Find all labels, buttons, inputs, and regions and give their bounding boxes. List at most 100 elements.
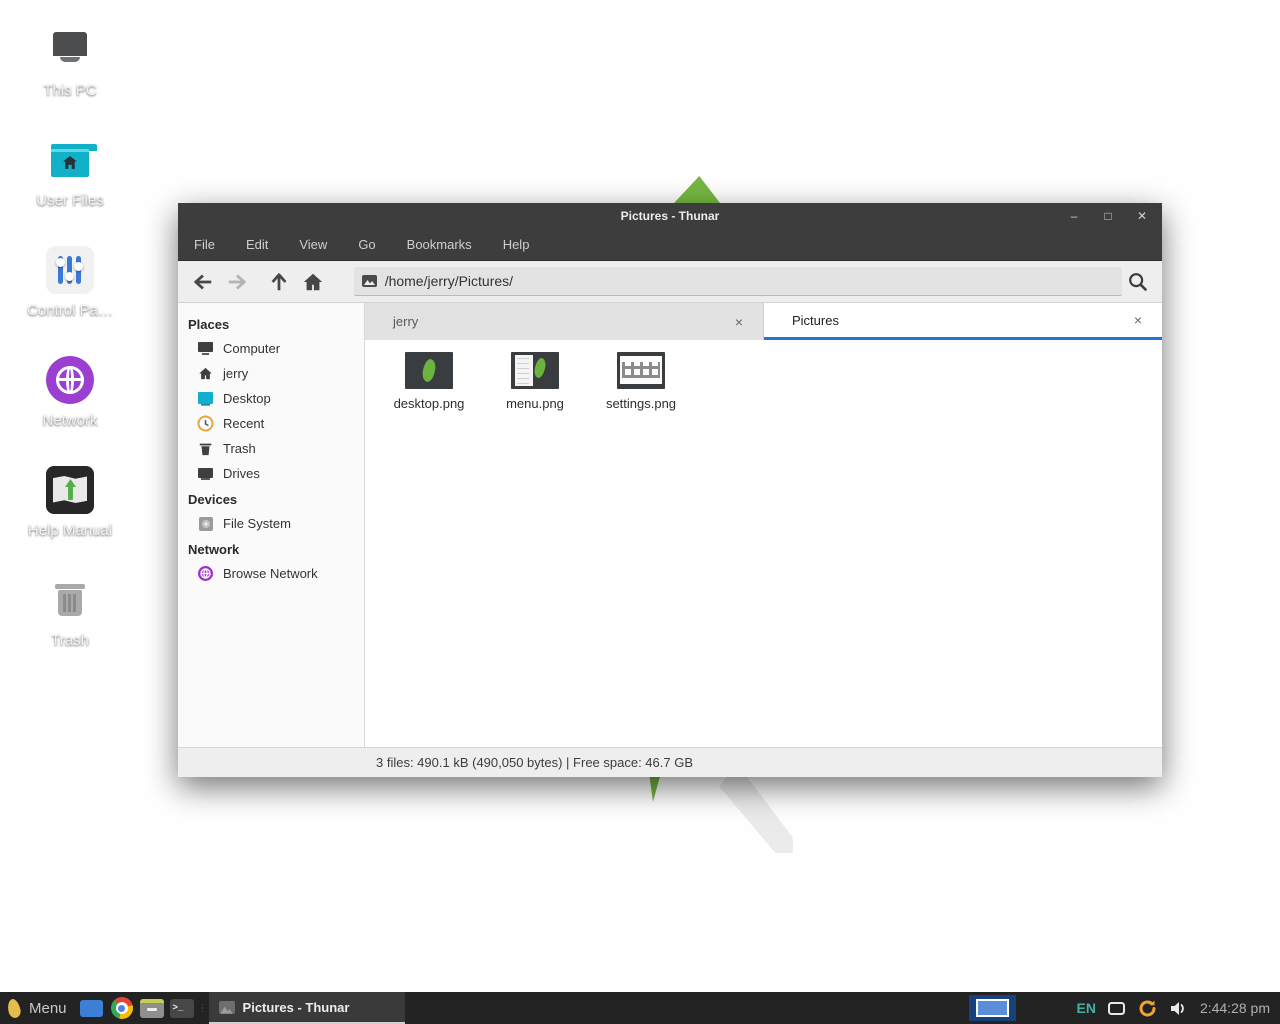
show-desktop-button[interactable]: [77, 992, 107, 1024]
trash-can-icon: [46, 576, 94, 624]
back-arrow-icon: [192, 271, 214, 293]
clock[interactable]: 2:44:28 pm: [1200, 1000, 1270, 1016]
file-manager-launcher[interactable]: [137, 992, 167, 1024]
sidebar-item-recent[interactable]: Recent: [178, 411, 364, 436]
minimize-button[interactable]: –: [1062, 203, 1086, 228]
menu-go[interactable]: Go: [354, 233, 379, 256]
tab-pictures[interactable]: Pictures ×: [764, 303, 1162, 340]
search-icon: [1127, 271, 1149, 293]
sidebar-item-drives[interactable]: Drives: [178, 461, 364, 486]
image-thumbnail: [617, 352, 665, 389]
tab-close-icon[interactable]: ×: [1132, 312, 1144, 328]
file-settings-png[interactable]: settings.png: [589, 350, 693, 411]
maximize-button[interactable]: □: [1096, 203, 1120, 228]
sidebar-item-computer[interactable]: Computer: [178, 336, 364, 361]
recent-clock-icon: [197, 415, 214, 432]
sidebar-header-places: Places: [178, 311, 364, 336]
menu-help[interactable]: Help: [499, 233, 534, 256]
sidebar-header-devices: Devices: [178, 486, 364, 511]
desktop-icon-label: Network: [42, 412, 97, 429]
menu-file[interactable]: File: [190, 233, 219, 256]
image-thumbnail: [405, 352, 453, 389]
search-button[interactable]: [1122, 266, 1154, 298]
desktop-icon-control-panel[interactable]: Control Pa…: [18, 246, 122, 319]
wallpaper-green-sliver: [646, 776, 660, 802]
sidebar-item-file-system[interactable]: File System: [178, 511, 364, 536]
volume-icon[interactable]: [1169, 1000, 1188, 1017]
display-tray-icon[interactable]: [1107, 1000, 1126, 1017]
active-workspace[interactable]: [976, 999, 1009, 1017]
file-desktop-png[interactable]: desktop.png: [377, 350, 481, 411]
status-text: 3 files: 490.1 kB (490,050 bytes) | Free…: [376, 755, 693, 770]
browse-network-icon: [197, 565, 214, 582]
chrome-icon: [111, 997, 133, 1019]
keyboard-layout-indicator[interactable]: EN: [1076, 1000, 1095, 1016]
sidebar: Places Computer jerry Desktop Recent: [178, 303, 365, 747]
thunar-window: Pictures - Thunar – □ ✕ File Edit View G…: [178, 203, 1162, 777]
home-icon: [197, 365, 214, 382]
path-text: /home/jerry/Pictures/: [385, 273, 513, 289]
sidebar-item-trash[interactable]: Trash: [178, 436, 364, 461]
file-menu-png[interactable]: menu.png: [483, 350, 587, 411]
home-folder-icon: [46, 136, 94, 184]
file-cabinet-icon: [140, 999, 164, 1018]
mint-menu-icon[interactable]: [6, 997, 22, 1018]
menu-edit[interactable]: Edit: [242, 233, 272, 256]
file-system-icon: [197, 515, 214, 532]
forward-arrow-icon: [226, 271, 248, 293]
sidebar-header-network: Network: [178, 536, 364, 561]
tab-bar: jerry × Pictures ×: [365, 303, 1162, 340]
computer-icon: [197, 340, 214, 357]
desktop-icon-this-pc[interactable]: This PC: [18, 26, 122, 99]
network-globe-icon: [46, 356, 94, 404]
picture-icon: [219, 1001, 235, 1014]
chrome-launcher[interactable]: [107, 992, 137, 1024]
trash-icon: [197, 440, 214, 457]
desktop-icon: [197, 390, 214, 407]
path-field[interactable]: /home/jerry/Pictures/: [354, 267, 1122, 296]
terminal-launcher[interactable]: >_: [167, 992, 197, 1024]
forward-button[interactable]: [220, 266, 254, 298]
picture-icon: [362, 275, 377, 287]
desktop-icon-user-files[interactable]: User Files: [18, 136, 122, 209]
up-arrow-icon: [268, 271, 290, 293]
image-thumbnail: [511, 352, 559, 389]
taskbar-separator: ⋮: [199, 992, 207, 1024]
window-icon: [80, 1000, 103, 1017]
tab-close-icon[interactable]: ×: [733, 314, 745, 330]
desktop-wallpaper: This PC User Files Control Pa… Network H…: [0, 0, 1280, 1024]
sidebar-item-desktop[interactable]: Desktop: [178, 386, 364, 411]
workspace-switcher[interactable]: [969, 995, 1016, 1021]
desktop-icon-label: Control Pa…: [27, 302, 113, 319]
tab-jerry[interactable]: jerry ×: [365, 303, 764, 340]
menu-view[interactable]: View: [295, 233, 331, 256]
desktop-icon-trash[interactable]: Trash: [18, 576, 122, 649]
laptop-icon: [46, 26, 94, 74]
home-button[interactable]: [296, 266, 330, 298]
toolbar: /home/jerry/Pictures/: [178, 261, 1162, 303]
wallpaper-mint-triangle: [674, 176, 720, 203]
up-button[interactable]: [262, 266, 296, 298]
menubar: File Edit View Go Bookmarks Help: [178, 228, 1162, 261]
taskbar: Menu >_ ⋮ Pictures - Thunar EN 2:44:28: [0, 992, 1280, 1024]
drives-icon: [197, 465, 214, 482]
close-button[interactable]: ✕: [1130, 203, 1154, 228]
wallpaper-white-blade: [719, 777, 793, 853]
menu-button[interactable]: Menu: [29, 1000, 67, 1017]
window-title: Pictures - Thunar: [178, 209, 1162, 223]
back-button[interactable]: [186, 266, 220, 298]
file-view[interactable]: desktop.png menu.png settings.png: [365, 340, 1162, 747]
desktop-icon-help-manual[interactable]: Help Manual: [18, 466, 122, 539]
desktop-icon-network[interactable]: Network: [18, 356, 122, 429]
sidebar-item-jerry[interactable]: jerry: [178, 361, 364, 386]
desktop-icon-label: Trash: [51, 632, 89, 649]
status-bar: 3 files: 490.1 kB (490,050 bytes) | Free…: [178, 747, 1162, 777]
sidebar-item-browse-network[interactable]: Browse Network: [178, 561, 364, 586]
task-button-thunar[interactable]: Pictures - Thunar: [209, 992, 405, 1024]
desktop-icon-label: This PC: [43, 82, 96, 99]
menu-bookmarks[interactable]: Bookmarks: [403, 233, 476, 256]
update-manager-icon[interactable]: [1137, 998, 1158, 1019]
help-manual-icon: [46, 466, 94, 514]
home-icon: [302, 271, 324, 293]
titlebar[interactable]: Pictures - Thunar – □ ✕: [178, 203, 1162, 228]
